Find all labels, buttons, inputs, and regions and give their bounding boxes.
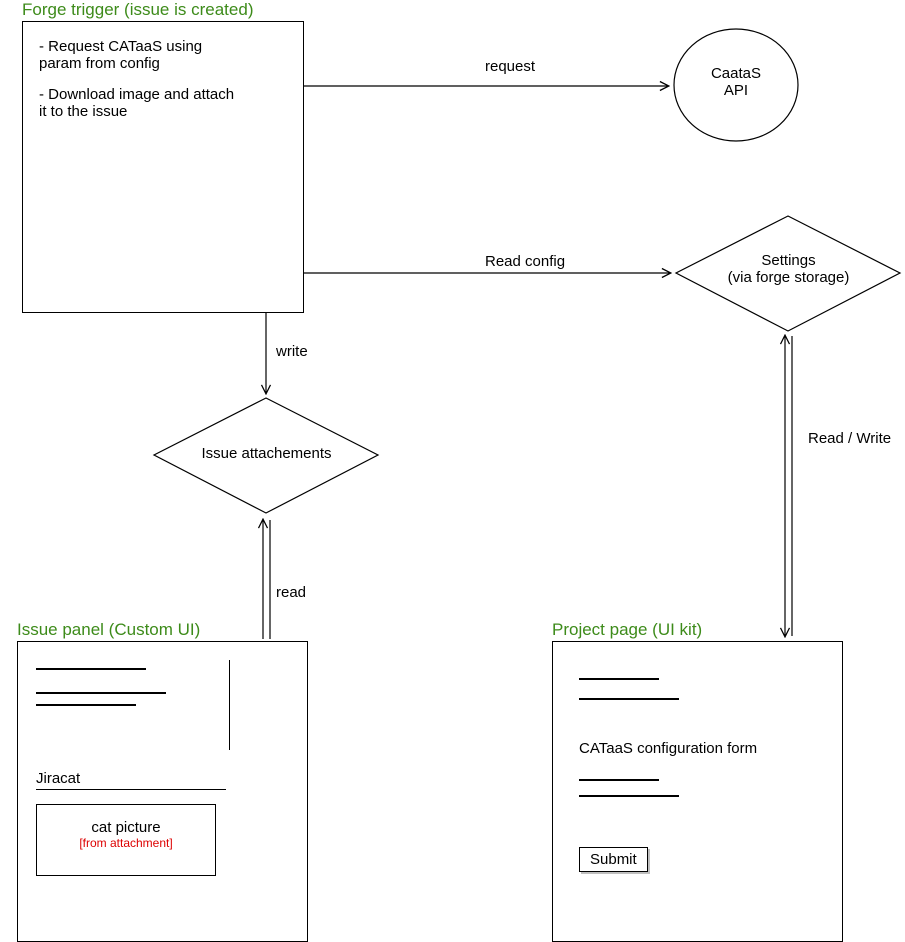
settings-line1: Settings xyxy=(674,252,903,269)
issue-panel-header-line xyxy=(36,704,136,706)
issue-panel-box: Jiracat cat picture [from attachment] xyxy=(17,641,308,942)
forge-trigger-title: Forge trigger (issue is created) xyxy=(22,0,253,20)
project-page-line xyxy=(579,698,679,700)
edge-label-read: read xyxy=(276,584,306,601)
project-page-form-label: CATaaS configuration form xyxy=(579,740,816,757)
submit-button[interactable]: Submit xyxy=(579,847,648,872)
issue-panel-divider xyxy=(229,660,230,750)
forge-trigger-line2a: - Download image and attach xyxy=(39,86,287,103)
forge-trigger-line1b: param from config xyxy=(39,55,287,72)
edge-label-read-config: Read config xyxy=(485,253,565,270)
issue-panel-section-rule xyxy=(36,789,226,790)
settings-line2: (via forge storage) xyxy=(674,269,903,286)
cataas-api-label: CaataS API xyxy=(671,65,801,99)
issue-panel-pic-sub: [from attachment] xyxy=(37,836,215,850)
project-page-line xyxy=(579,678,659,680)
issue-panel-picture-box: cat picture [from attachment] xyxy=(36,804,216,876)
edge-label-read-write: Read / Write xyxy=(808,430,891,447)
project-page-line xyxy=(579,795,679,797)
issue-panel-header-line xyxy=(36,692,166,694)
edge-label-write: write xyxy=(276,343,308,360)
forge-trigger-line2b: it to the issue xyxy=(39,103,287,120)
forge-trigger-line1a: - Request CATaaS using xyxy=(39,38,287,55)
issue-panel-title: Issue panel (Custom UI) xyxy=(17,620,200,640)
forge-trigger-box: - Request CATaaS using param from config… xyxy=(22,21,304,313)
project-page-line xyxy=(579,779,659,781)
issue-panel-pic-label: cat picture xyxy=(37,819,215,836)
project-page-title: Project page (UI kit) xyxy=(552,620,702,640)
issue-panel-header-line xyxy=(36,668,146,670)
project-page-box: CATaaS configuration form Submit xyxy=(552,641,843,942)
issue-panel-section-label: Jiracat xyxy=(36,770,289,787)
issue-attachments-label: Issue attachements xyxy=(152,445,381,462)
edge-label-request: request xyxy=(485,58,535,75)
settings-diamond-text: Settings (via forge storage) xyxy=(674,252,903,286)
